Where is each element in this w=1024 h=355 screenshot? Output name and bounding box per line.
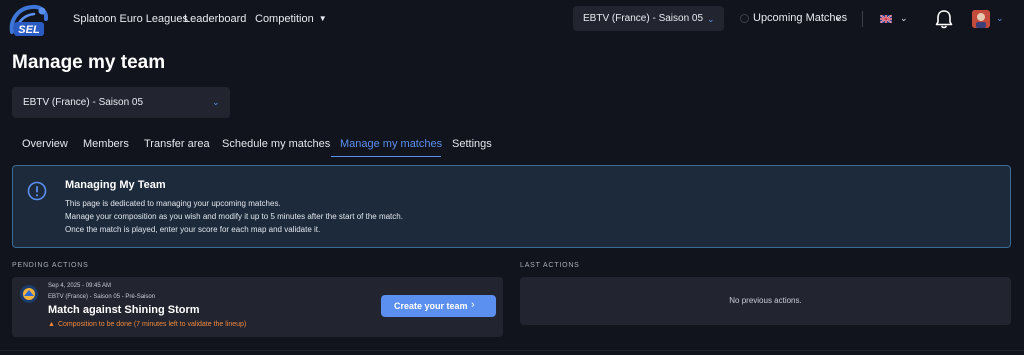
top-season-select[interactable]: EBTV (France) - Saison 05 ⌄: [573, 6, 724, 31]
user-menu-chevron-down-icon[interactable]: ⌄: [996, 13, 1004, 24]
avatar-image-icon: [972, 10, 990, 28]
empty-state-text: No previous actions.: [729, 296, 802, 305]
create-your-team-button[interactable]: Create your team ›: [381, 295, 496, 317]
season-select[interactable]: EBTV (France) - Saison 05 ⌄: [12, 87, 230, 118]
composition-warning: ▲ Composition to be done (7 minutes left …: [48, 321, 246, 328]
page-title: Manage my team: [12, 52, 166, 73]
info-text-line: Once the match is played, enter your sco…: [65, 225, 321, 234]
uk-flag-icon[interactable]: [880, 15, 892, 23]
nav-link-splatoon-euro-leagues[interactable]: Splatoon Euro Leagues: [73, 13, 188, 25]
chevron-right-icon: ›: [471, 299, 475, 311]
team-logo-icon: [20, 285, 38, 303]
match-date: Sep 4, 2025 - 09:45 AM: [48, 283, 112, 289]
chevron-down-icon: ▼: [318, 14, 327, 23]
season-select-value: EBTV (France) - Saison 05: [23, 97, 144, 108]
match-title: Match against Shining Storm: [48, 304, 200, 316]
pending-actions-heading: PENDING ACTIONS: [12, 262, 89, 269]
last-actions-card: No previous actions.: [520, 277, 1011, 325]
tab-manage-my-matches[interactable]: Manage my matches: [340, 138, 442, 150]
composition-warning-text: Composition to be done (7 minutes left t…: [57, 321, 247, 328]
info-title: Managing My Team: [65, 179, 166, 191]
avatar[interactable]: [972, 10, 990, 28]
language-chevron-down-icon[interactable]: ⌄: [900, 13, 908, 24]
chevron-down-icon: ⌄: [707, 14, 715, 24]
info-text-line: Manage your composition as you wish and …: [65, 212, 403, 221]
nav-link-leaderboard[interactable]: Leaderboard: [184, 13, 246, 25]
top-season-select-value: EBTV (France) - Saison 05: [583, 13, 704, 24]
page-divider: [0, 350, 1024, 351]
bell-icon[interactable]: [935, 9, 953, 29]
create-your-team-label: Create your team: [394, 301, 468, 311]
chevron-down-icon: ⌄: [834, 12, 843, 23]
nav-link-competition[interactable]: Competition ▼: [255, 13, 327, 25]
navbar-divider: [862, 11, 863, 27]
active-tab-indicator: [331, 156, 441, 157]
last-actions-heading: LAST ACTIONS: [520, 262, 580, 269]
pending-action-card: Sep 4, 2025 - 09:45 AM EBTV (France) - S…: [12, 277, 503, 337]
nav-link-competition-label: Competition: [255, 13, 314, 25]
match-competition: EBTV (France) - Saison 05 - Pré-Saison: [48, 294, 156, 300]
tab-members[interactable]: Members: [83, 138, 129, 150]
tab-schedule-my-matches[interactable]: Schedule my matches: [222, 138, 330, 150]
chevron-down-icon: ⌄: [212, 97, 220, 107]
exclamation-circle-icon: [27, 181, 47, 201]
info-alert: Managing My Team This page is dedicated …: [12, 165, 1011, 248]
info-text-line: This page is dedicated to managing your …: [65, 199, 281, 208]
tab-transfer-area[interactable]: Transfer area: [144, 138, 210, 150]
top-navbar: SEL Splatoon Euro Leagues Leaderboard Co…: [0, 0, 1024, 40]
logo-text: SEL: [18, 24, 40, 36]
sel-logo-icon[interactable]: SEL: [6, 2, 50, 38]
fire-icon: ▲: [48, 321, 55, 328]
tab-overview[interactable]: Overview: [22, 138, 68, 150]
status-dot-icon: [740, 14, 749, 23]
tab-settings[interactable]: Settings: [452, 138, 492, 150]
